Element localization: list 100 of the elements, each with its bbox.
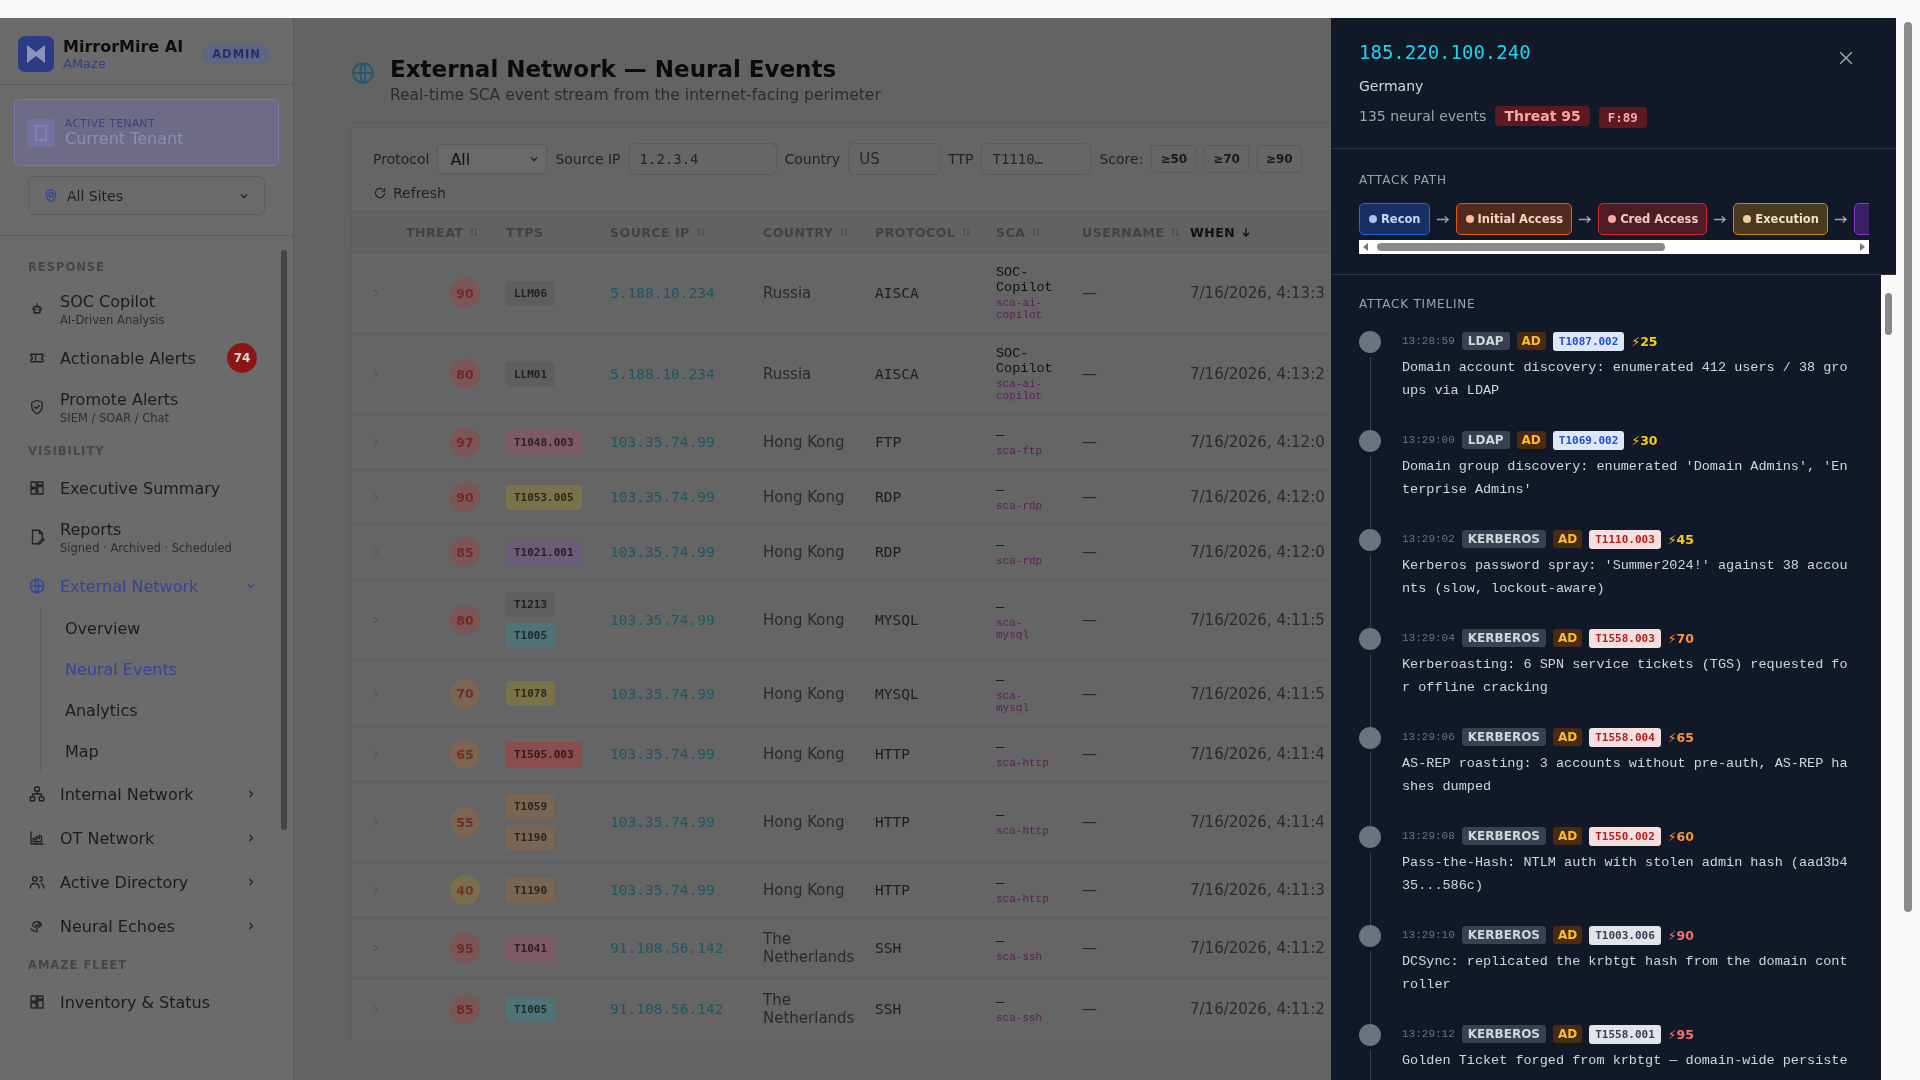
flag-badge: F:89 [1598,107,1647,128]
timeline-dot [1359,727,1381,749]
ttp-tag: T1053.005 [506,484,582,510]
role-badge: ADMIN [202,44,271,64]
timestamp-cell: 7/16/2026, 4:12:0 [1190,433,1325,451]
sca-name: — [996,482,1006,498]
org-name: AMaze [63,56,107,71]
source-ip-field[interactable]: 1.2.3.4 [628,143,777,175]
username-cell: — [1082,365,1097,383]
category-tag: AD [1516,332,1546,350]
ttp-tag: T1190 [506,825,556,850]
threat-score: 55 [450,807,480,837]
scrollbar[interactable] [1359,240,1869,254]
nav-item[interactable]: Executive Summary [28,466,279,510]
nav-item[interactable]: OT Network [28,816,279,860]
event-description: AS-REP roasting: 3 accounts without pre-auth, AS-REP hashes dumped [1402,755,1849,796]
stage-chip[interactable]: Initial Access [1455,203,1573,235]
scrollbar[interactable] [1881,275,1896,1080]
score-button[interactable]: ≥70 [1204,145,1249,173]
country-field[interactable]: US [848,143,941,175]
username-cell: — [1082,745,1097,763]
nav-subitem[interactable]: Neural Events [65,649,178,690]
event-description: Domain account discovery: enumerated 412 users / 38 groups via LDAP [1402,359,1849,400]
event-time: 13:29:08 [1402,830,1455,842]
category-tag: AD [1553,926,1583,944]
event-score: ⚡60 [1667,828,1694,844]
nav-icon [28,479,46,497]
timestamp-cell: 7/16/2026, 4:11:4 [1190,813,1325,831]
country-cell: Russia [763,365,812,383]
nav-icon [28,829,46,847]
stage-chip[interactable]: Execution [1733,203,1828,235]
nav-caption: Signed · Archived · Scheduled [60,540,233,555]
ttp-tag: LLM06 [506,280,556,306]
score-button[interactable]: ≥90 [1256,145,1302,173]
arrow-icon [1578,214,1593,224]
technique-tag: T1558.003 [1589,628,1661,648]
nav-icon [28,785,46,803]
technique-tag: T1069.002 [1552,430,1625,450]
sca-name: — [996,739,1006,755]
site-select[interactable]: All Sites [28,176,265,215]
technique-tag: T1110.003 [1589,529,1661,549]
ttp-tag: T1059 [506,794,556,819]
section-heading: ATTACK PATH [1359,173,1447,187]
sca-id: sca-rdp [996,499,1044,512]
threat-score: 40 [450,875,480,905]
event-description: Kerberoasting: 6 SPN service tickets (TGS) requested for offline cracking [1402,656,1849,697]
timeline-dot [1359,430,1381,452]
nav-subitem[interactable]: Analytics [65,690,138,731]
country-cell-text: The Netherlands [763,991,856,1027]
nav-item[interactable]: External Network [28,564,279,608]
column-header[interactable]: WHEN [1190,224,1236,240]
arrow-icon [1435,214,1450,224]
stage-chip[interactable]: Cred Access [1598,203,1708,235]
filter-label: Country [784,151,841,167]
ttp-tag: LLM01 [506,361,556,387]
protocol-cell: HTTP [875,882,910,898]
protocol-tag: KERBEROS [1461,926,1546,944]
ttp-field[interactable]: T1110… [981,143,1092,175]
refresh-button[interactable]: Refresh [373,185,446,201]
country-cell: Hong Kong [763,543,845,561]
nav-subitem[interactable]: Map [65,731,99,772]
event-description: DCSync: replicated the krbtgt hash from the domain controller [1402,953,1849,994]
nav-item[interactable]: Internal Network [28,772,279,816]
sca-id: sca-ssh [996,1011,1044,1024]
category-tag: AD [1553,629,1583,647]
nav-subitem[interactable]: Overview [65,608,141,649]
sca-name: — [996,875,1006,891]
nav-icon [28,577,46,595]
protocol-select[interactable]: All [437,144,548,174]
nav-item[interactable]: Neural Echoes [28,904,279,948]
timestamp-cell: 7/16/2026, 4:13:2 [1190,365,1325,383]
event-score: ⚡70 [1667,630,1694,646]
nav-item[interactable]: Inventory & Status [28,980,279,1024]
sca-name: SOC-Copilot [996,265,1054,295]
protocol-tag: KERBEROS [1461,629,1546,647]
stage-chip[interactable]: Recon [1359,203,1430,235]
sca-name: — [996,994,1006,1010]
event-time: 13:29:12 [1402,1028,1455,1040]
protocol-tag: LDAP [1461,332,1510,350]
country-cell: Hong Kong [763,745,845,763]
nav-item[interactable]: Actionable Alerts 74 [28,336,279,380]
event-time: 13:29:04 [1402,632,1455,644]
protocol-cell: FTP [875,434,902,450]
timestamp-cell: 7/16/2026, 4:13:3 [1190,284,1325,302]
country-cell: Hong Kong [763,611,845,629]
event-score: ⚡90 [1667,927,1694,943]
building-icon [27,118,55,147]
sca-id: sca-ftp [996,444,1044,457]
nav-item[interactable]: Reports Signed · Archived · Scheduled [28,510,279,564]
sca-name: — [996,599,1006,615]
nav-item[interactable]: Active Directory [28,860,279,904]
country-cell-text: The Netherlands [763,930,856,966]
timeline-dot [1359,529,1381,551]
timeline-dot [1359,925,1381,947]
protocol-cell: MYSQL [875,685,919,702]
ttp-tag: T1005 [506,996,556,1022]
protocol-tag: KERBEROS [1461,728,1546,746]
score-button[interactable]: ≥50 [1151,145,1197,173]
nav-item[interactable]: Promote Alerts SIEM / SOAR / Chat [28,380,279,434]
nav-item[interactable]: SOC Copilot AI-Driven Analysis [28,282,279,336]
